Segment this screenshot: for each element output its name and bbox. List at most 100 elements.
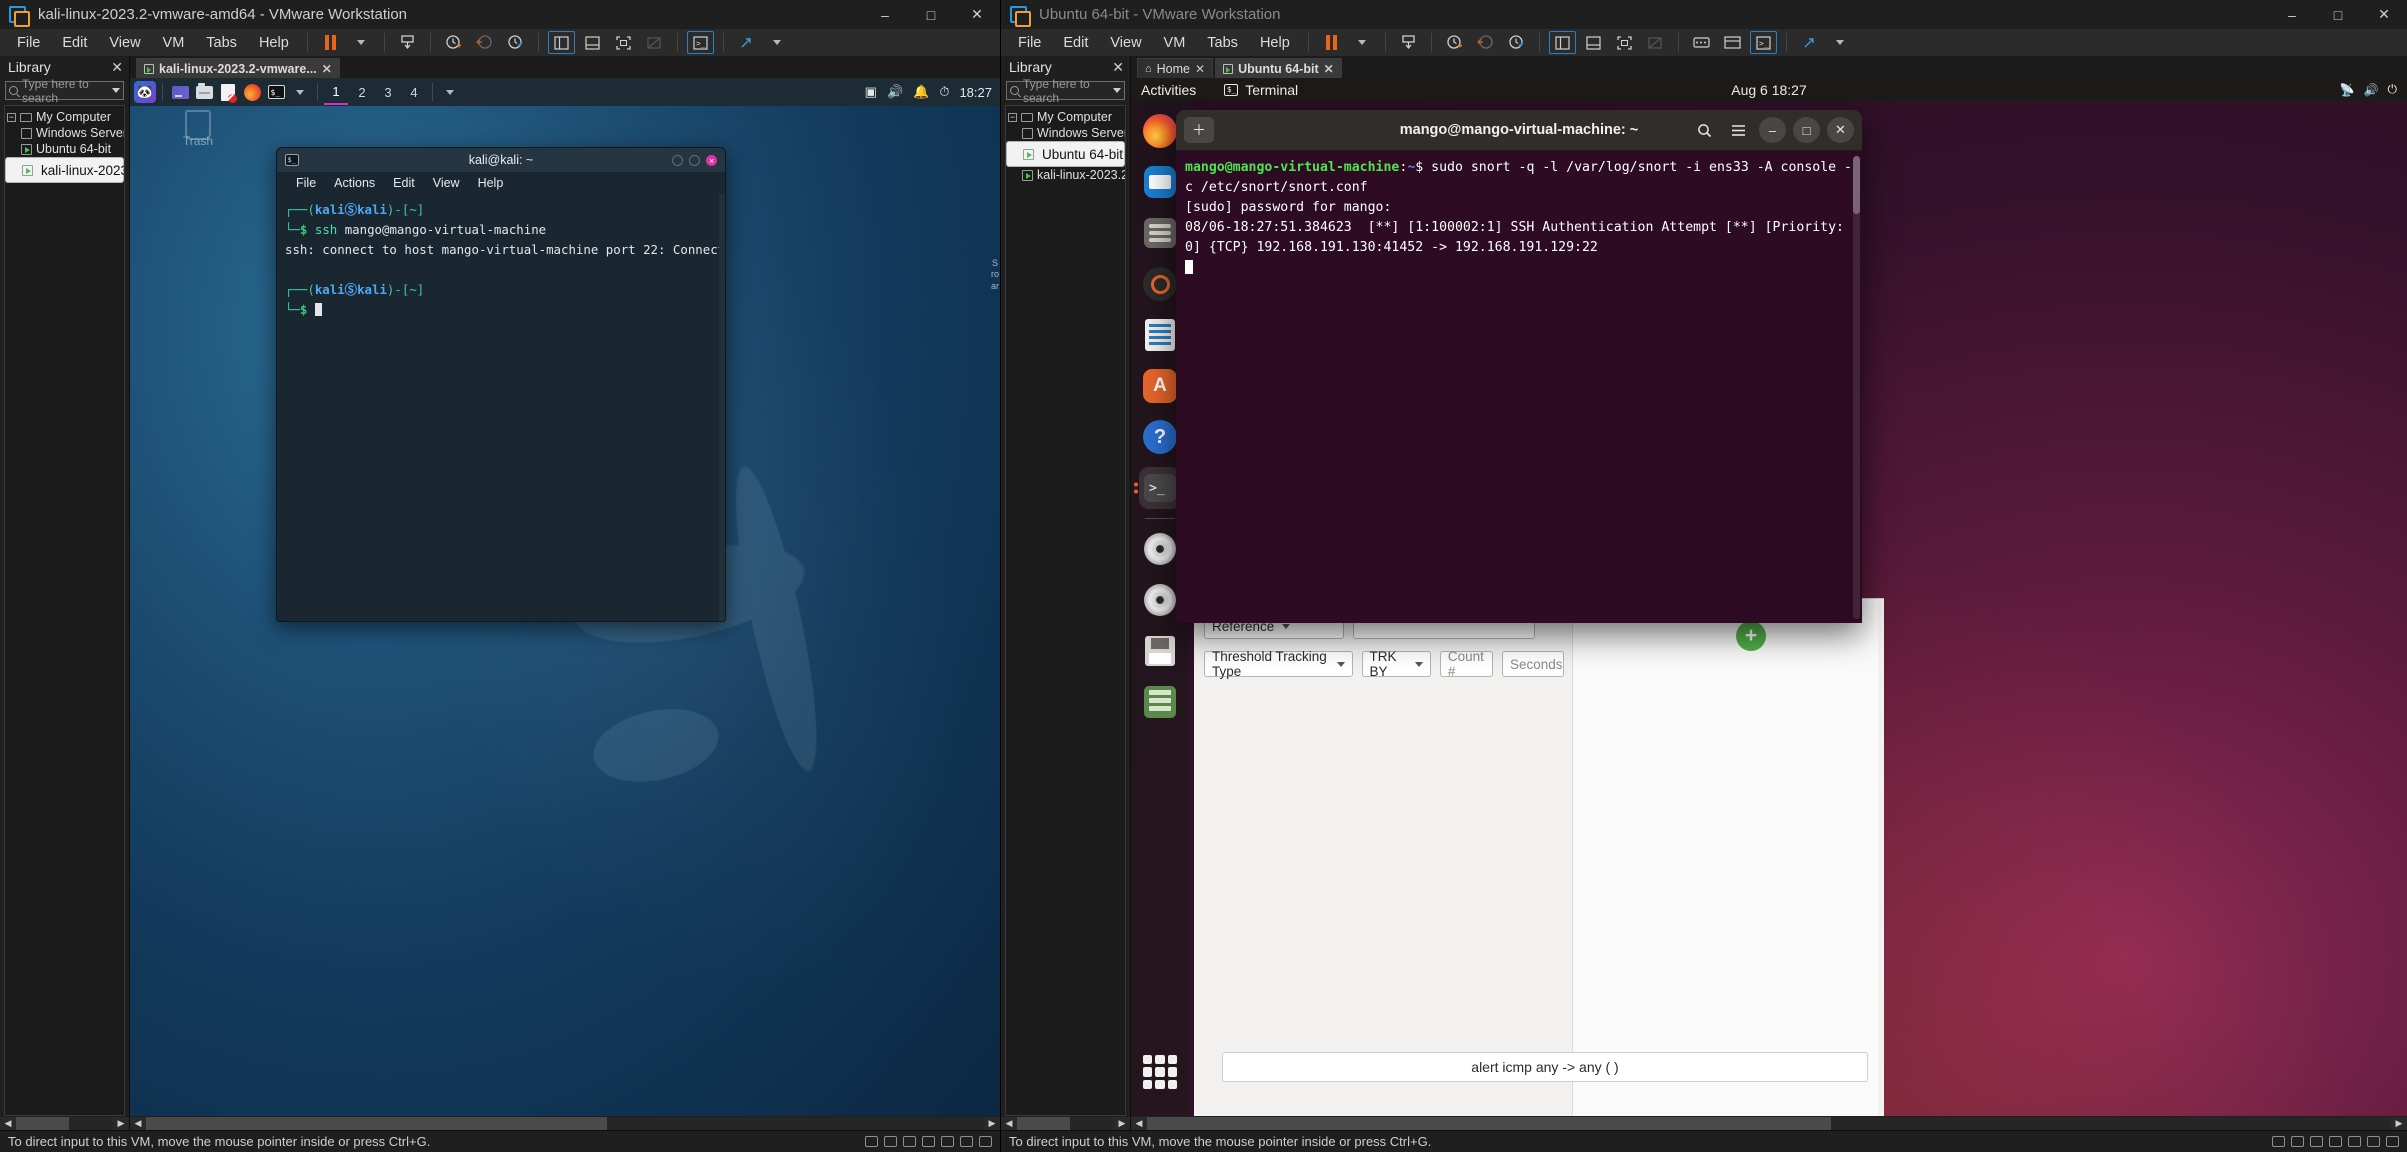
- launcher-caret-icon[interactable]: [289, 82, 311, 102]
- maximize-button[interactable]: □: [908, 0, 954, 29]
- threshold-tracking-type-select[interactable]: Threshold Tracking Type: [1204, 649, 1353, 679]
- volume-icon[interactable]: 🔊: [2364, 83, 2379, 97]
- scroll-right-arrow[interactable]: ▶: [984, 1116, 1000, 1130]
- library-search-input[interactable]: Type here to search: [1006, 77, 1125, 105]
- terminal-menu-file[interactable]: File: [287, 176, 325, 190]
- expand-button[interactable]: [1796, 31, 1823, 54]
- network-icon[interactable]: [903, 1136, 916, 1147]
- menu-view[interactable]: View: [1099, 32, 1152, 54]
- close-button[interactable]: ✕: [2361, 0, 2407, 29]
- scroll-right-arrow[interactable]: ▶: [1114, 1116, 1130, 1130]
- minimize-button[interactable]: –: [862, 0, 908, 29]
- kali-terminal-output[interactable]: ┌──(kaliⓈkali)-[~] └─$ ssh mango@mango-v…: [277, 194, 725, 621]
- files-icon[interactable]: [193, 82, 215, 102]
- panel-overflow-caret[interactable]: [439, 82, 461, 102]
- library-close-icon[interactable]: ✕: [111, 59, 123, 76]
- snapshot-manager-icon[interactable]: [1503, 31, 1530, 54]
- snapshot-button[interactable]: [394, 31, 421, 54]
- display-icon[interactable]: [2386, 1136, 2399, 1147]
- rule-preview-field[interactable]: alert icmp any -> any ( ): [1222, 1052, 1868, 1082]
- ubuntu-terminal-scrollbar[interactable]: [1853, 156, 1860, 619]
- workspace-switcher-icon[interactable]: [169, 82, 191, 102]
- minimize-icon[interactable]: [672, 154, 683, 166]
- chevron-down-icon[interactable]: [112, 88, 120, 93]
- snort-rule-editor[interactable]: Reference Threshold Tracking Type TRK BY…: [1194, 598, 1884, 1116]
- dock-item-show-apps[interactable]: [1139, 1051, 1181, 1093]
- dock-item-software-updater[interactable]: [1139, 681, 1181, 723]
- network-icon[interactable]: [2310, 1136, 2323, 1147]
- workspace-2[interactable]: 2: [350, 79, 374, 105]
- printer-icon[interactable]: [960, 1136, 973, 1147]
- firefox-icon[interactable]: [241, 82, 263, 102]
- menu-tabs[interactable]: Tabs: [1196, 32, 1249, 54]
- tree-item-windows-server[interactable]: Windows Server 2022: [1006, 125, 1125, 141]
- dock-item-files[interactable]: [1139, 212, 1181, 254]
- chevron-down-icon[interactable]: [1113, 88, 1121, 93]
- expand-button[interactable]: [733, 31, 760, 54]
- cd-icon[interactable]: [884, 1136, 897, 1147]
- terminal-menu-actions[interactable]: Actions: [325, 176, 384, 190]
- tree-item-kali[interactable]: kali-linux-2023.2-vmwar: [5, 157, 124, 183]
- power-menu-icon[interactable]: ⏻: [2388, 82, 2398, 97]
- show-library-button[interactable]: [1548, 31, 1576, 54]
- terminal-icon[interactable]: $_: [265, 82, 287, 102]
- active-app-menu[interactable]: $_ Terminal: [1224, 82, 1298, 98]
- menu-vm[interactable]: VM: [1153, 32, 1197, 54]
- terminal-menu-view[interactable]: View: [424, 176, 469, 190]
- scroll-track[interactable]: [1147, 1116, 2391, 1130]
- scroll-track[interactable]: [1017, 1116, 1114, 1130]
- hamburger-menu-icon[interactable]: [1725, 117, 1752, 143]
- ubuntu-guest-screen[interactable]: Activities $_ Terminal Aug 6 18:27 📡 🔊 ⏻: [1131, 78, 2407, 1116]
- revert-snapshot-icon[interactable]: [1472, 31, 1499, 54]
- suspend-dropdown[interactable]: [1349, 31, 1376, 54]
- console-view-button[interactable]: >_: [1749, 31, 1777, 54]
- dock-item-save[interactable]: [1139, 630, 1181, 672]
- close-icon[interactable]: [706, 154, 717, 166]
- library-hscrollbar[interactable]: ◀ ▶: [1001, 1116, 1130, 1130]
- suspend-button[interactable]: [1318, 31, 1345, 54]
- add-rule-option-button[interactable]: +: [1736, 621, 1766, 651]
- ubuntu-terminal-window[interactable]: ＋ mango@mango-virtual-machine: ~ – □ ✕ m…: [1176, 110, 1862, 623]
- snapshot-manager-icon[interactable]: [502, 31, 529, 54]
- suspend-dropdown[interactable]: [348, 31, 375, 54]
- console-view-button[interactable]: >_: [686, 31, 714, 54]
- tree-root-my-computer[interactable]: − My Computer: [1006, 109, 1125, 125]
- kali-terminal-scrollbar[interactable]: [719, 194, 725, 621]
- kali-terminal-window[interactable]: $_ kali@kali: ~ File Actions Edit View: [276, 147, 726, 622]
- tree-root-my-computer[interactable]: − My Computer: [5, 109, 124, 125]
- show-thumbnails-button[interactable]: [1580, 31, 1607, 54]
- menu-view[interactable]: View: [98, 32, 151, 54]
- send-ctrl-alt-del-icon[interactable]: [1688, 31, 1715, 54]
- seconds-input[interactable]: Seconds: [1502, 651, 1564, 677]
- menu-vm[interactable]: VM: [152, 32, 196, 54]
- scroll-left-arrow[interactable]: ◀: [130, 1116, 146, 1130]
- library-search-input[interactable]: Type here to search: [5, 77, 124, 105]
- power-icon[interactable]: ⏱: [939, 84, 949, 100]
- fullscreen-button[interactable]: [610, 31, 637, 54]
- maximize-icon[interactable]: □: [1793, 117, 1820, 143]
- close-icon[interactable]: ✕: [1827, 117, 1854, 143]
- document-icon[interactable]: [217, 82, 239, 103]
- minimize-button[interactable]: –: [2269, 0, 2315, 29]
- workspace-1[interactable]: 1: [324, 79, 348, 105]
- workspace-4[interactable]: 4: [402, 79, 426, 105]
- menu-help[interactable]: Help: [1249, 32, 1301, 54]
- usb-icon[interactable]: [922, 1136, 935, 1147]
- dock-item-libreoffice[interactable]: [1139, 314, 1181, 356]
- dock-item-firefox[interactable]: [1139, 110, 1181, 152]
- scroll-thumb[interactable]: [16, 1116, 70, 1130]
- take-snapshot-icon[interactable]: [1441, 31, 1468, 54]
- notifications-icon[interactable]: 🔔: [913, 84, 929, 100]
- scroll-track[interactable]: [146, 1116, 984, 1130]
- show-thumbnails-button[interactable]: [579, 31, 606, 54]
- menu-help[interactable]: Help: [248, 32, 300, 54]
- take-snapshot-icon[interactable]: [440, 31, 467, 54]
- sound-icon[interactable]: [2348, 1136, 2361, 1147]
- scroll-thumb[interactable]: [1853, 156, 1860, 214]
- search-icon[interactable]: [1691, 117, 1718, 143]
- hdd-icon[interactable]: [2272, 1136, 2285, 1147]
- close-button[interactable]: ✕: [954, 0, 1000, 29]
- tab-close-icon[interactable]: ✕: [322, 62, 332, 76]
- maximize-icon[interactable]: [689, 154, 700, 166]
- kali-menu-icon[interactable]: 🐼: [134, 81, 156, 103]
